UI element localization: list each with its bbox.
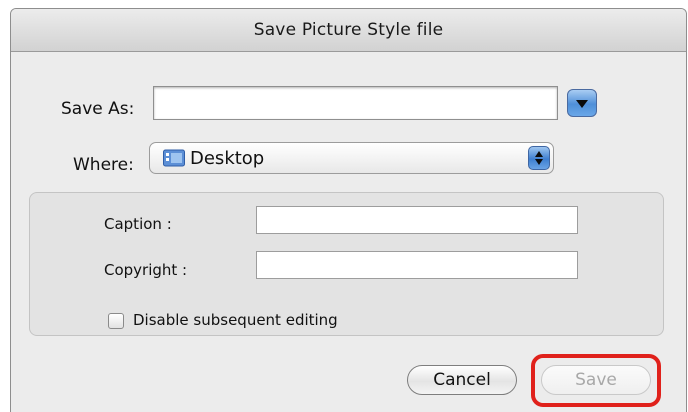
title-bar: Save Picture Style file bbox=[11, 9, 686, 52]
save-as-label: Save As: bbox=[61, 99, 135, 119]
disable-editing-checkbox[interactable] bbox=[108, 313, 124, 329]
caption-label: Caption : bbox=[104, 215, 172, 233]
disable-editing-label[interactable]: Disable subsequent editing bbox=[133, 311, 338, 329]
expand-button[interactable] bbox=[567, 89, 597, 117]
where-label: Where: bbox=[73, 155, 134, 175]
chevron-down-icon bbox=[575, 94, 589, 113]
cancel-button[interactable]: Cancel bbox=[407, 365, 517, 395]
caption-input[interactable] bbox=[256, 206, 578, 234]
options-panel: Caption : Copyright : Disable subsequent… bbox=[29, 192, 664, 336]
copyright-label: Copyright : bbox=[104, 261, 188, 279]
where-select[interactable]: Desktop bbox=[149, 142, 554, 174]
copyright-input[interactable] bbox=[256, 251, 578, 279]
desktop-folder-icon bbox=[163, 149, 185, 167]
save-button-highlight bbox=[531, 354, 661, 407]
dialog-title: Save Picture Style file bbox=[253, 20, 444, 40]
up-down-arrows-icon bbox=[528, 146, 550, 170]
save-dialog: Save Picture Style file Save As: Where: … bbox=[10, 8, 687, 412]
save-as-input[interactable] bbox=[153, 86, 558, 120]
where-value: Desktop bbox=[190, 147, 265, 169]
